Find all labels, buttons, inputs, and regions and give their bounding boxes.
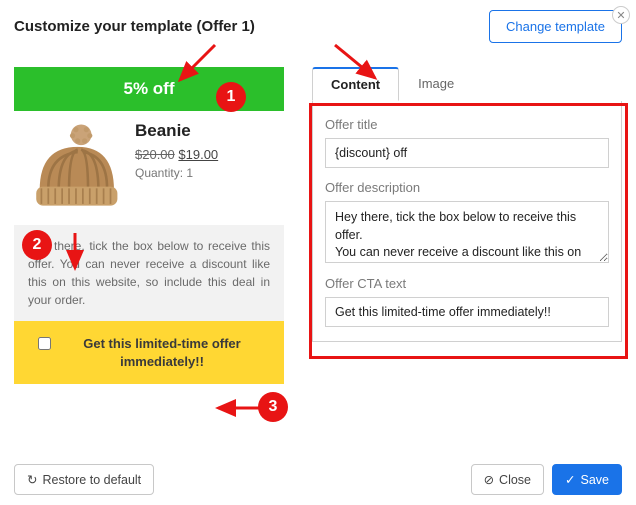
offer-cta-input[interactable] bbox=[325, 297, 609, 327]
product-name: Beanie bbox=[135, 121, 218, 141]
restore-default-button[interactable]: ↻ Restore to default bbox=[14, 464, 154, 495]
offer-preview: 5% off bbox=[14, 67, 284, 384]
offer-description-label: Offer description bbox=[325, 180, 609, 195]
refresh-icon: ↻ bbox=[27, 472, 37, 487]
close-label: Close bbox=[499, 473, 531, 487]
product-image bbox=[20, 121, 125, 219]
ban-icon: ⊘ bbox=[484, 472, 494, 487]
tab-image[interactable]: Image bbox=[399, 67, 473, 101]
form-panel: Offer title Offer description Offer CTA … bbox=[312, 101, 622, 342]
cta-checkbox[interactable] bbox=[38, 337, 51, 350]
offer-description-input[interactable] bbox=[325, 201, 609, 263]
modal-title: Customize your template (Offer 1) bbox=[14, 18, 255, 35]
product-quantity: Quantity: 1 bbox=[135, 166, 218, 180]
price-discounted: $19.00 bbox=[178, 147, 218, 162]
price-original: $20.00 bbox=[135, 147, 175, 162]
restore-label: Restore to default bbox=[42, 473, 141, 487]
change-template-button[interactable]: Change template bbox=[489, 10, 622, 43]
tab-bar: Content Image bbox=[312, 67, 622, 101]
offer-description-preview: Hey there, tick the box below to receive… bbox=[14, 225, 284, 321]
save-label: Save bbox=[581, 473, 610, 487]
tab-content[interactable]: Content bbox=[312, 67, 399, 101]
offer-banner: 5% off bbox=[14, 67, 284, 111]
offer-title-label: Offer title bbox=[325, 117, 609, 132]
form-column: Content Image Offer title Offer descript… bbox=[312, 67, 622, 384]
close-button[interactable]: ⊘ Close bbox=[471, 464, 544, 495]
offer-cta-preview: Get this limited-time offer immediately!… bbox=[14, 321, 284, 384]
annotation-badge-3: 3 bbox=[258, 392, 288, 422]
save-button[interactable]: ✓ Save bbox=[552, 464, 622, 495]
modal-close-button[interactable]: ✕ bbox=[612, 6, 630, 24]
cta-text: Get this limited-time offer immediately!… bbox=[60, 335, 264, 370]
modal-footer: ↻ Restore to default ⊘ Close ✓ Save bbox=[14, 464, 622, 495]
modal-header: Customize your template (Offer 1) Change… bbox=[0, 0, 636, 49]
annotation-arrow-3 bbox=[210, 398, 265, 418]
check-icon: ✓ bbox=[565, 472, 575, 487]
offer-cta-label: Offer CTA text bbox=[325, 276, 609, 291]
offer-title-input[interactable] bbox=[325, 138, 609, 168]
